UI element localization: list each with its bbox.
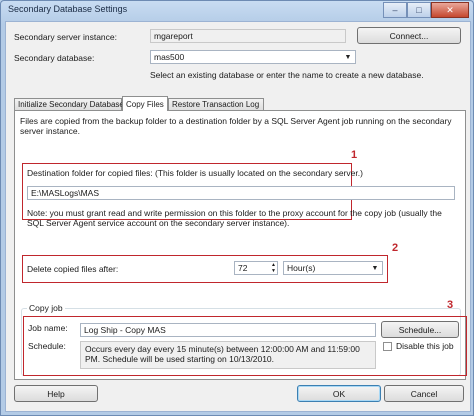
- database-hint: Select an existing database or enter the…: [150, 70, 424, 80]
- chevron-down-icon[interactable]: ▼: [343, 53, 353, 61]
- close-icon[interactable]: ✕: [431, 2, 469, 18]
- minimize-icon[interactable]: –: [383, 2, 407, 18]
- caption-buttons: – □ ✕: [383, 2, 469, 18]
- dialog-body: Secondary server instance: mgareport Con…: [5, 21, 471, 412]
- dialog-window: Secondary Database Settings – □ ✕ Second…: [0, 0, 474, 416]
- schedule-button[interactable]: Schedule...: [381, 321, 459, 338]
- disable-job-label: Disable this job: [396, 341, 454, 351]
- tab-restore-transaction-log[interactable]: Restore Transaction Log: [168, 98, 264, 110]
- secondary-database-combo[interactable]: mas500 ▼: [150, 50, 356, 64]
- cancel-button[interactable]: Cancel: [384, 385, 464, 402]
- delete-after-spinner[interactable]: 72 ▲ ▼: [234, 261, 278, 275]
- connect-button[interactable]: Connect...: [357, 27, 461, 44]
- schedule-description: Occurs every day every 15 minute(s) betw…: [80, 341, 376, 369]
- title-bar[interactable]: Secondary Database Settings – □ ✕: [1, 1, 473, 21]
- server-instance-field: mgareport: [150, 29, 346, 43]
- spinner-arrows-icon[interactable]: ▲ ▼: [271, 262, 276, 274]
- help-button[interactable]: Help: [14, 385, 98, 402]
- ok-button[interactable]: OK: [297, 385, 381, 402]
- delete-unit-value: Hour(s): [287, 263, 316, 273]
- disable-job-checkbox[interactable]: [383, 342, 392, 351]
- destination-folder-input[interactable]: E:\MASLogs\MAS: [27, 186, 455, 200]
- delete-unit-combo[interactable]: Hour(s) ▼: [283, 261, 383, 275]
- job-name-input[interactable]: Log Ship - Copy MAS: [80, 323, 376, 337]
- delete-files-label: Delete copied files after:: [27, 264, 119, 274]
- schedule-label: Schedule:: [28, 341, 66, 351]
- annotation-number-3: 3: [447, 299, 454, 311]
- tab-initialize-secondary-database[interactable]: Initialize Secondary Database: [14, 98, 124, 110]
- copy-job-group-title: Copy job: [27, 303, 65, 313]
- maximize-icon[interactable]: □: [407, 2, 431, 18]
- copy-files-panel: Files are copied from the backup folder …: [14, 110, 467, 380]
- secondary-database-value: mas500: [154, 52, 185, 62]
- window-title: Secondary Database Settings: [8, 4, 128, 14]
- secondary-database-label: Secondary database:: [14, 53, 95, 63]
- annotation-number-2: 2: [392, 242, 399, 254]
- annotation-number-1: 1: [351, 149, 358, 161]
- destination-folder-label: Destination folder for copied files: (Th…: [27, 168, 363, 178]
- delete-after-value: 72: [238, 263, 248, 273]
- server-instance-label: Secondary server instance:: [14, 32, 117, 42]
- tab-copy-files[interactable]: Copy Files: [122, 96, 168, 111]
- permission-note: Note: you must grant read and write perm…: [27, 208, 442, 228]
- copy-files-description: Files are copied from the backup folder …: [20, 116, 452, 136]
- job-name-label: Job name:: [28, 323, 68, 333]
- chevron-down-icon[interactable]: ▼: [370, 264, 380, 272]
